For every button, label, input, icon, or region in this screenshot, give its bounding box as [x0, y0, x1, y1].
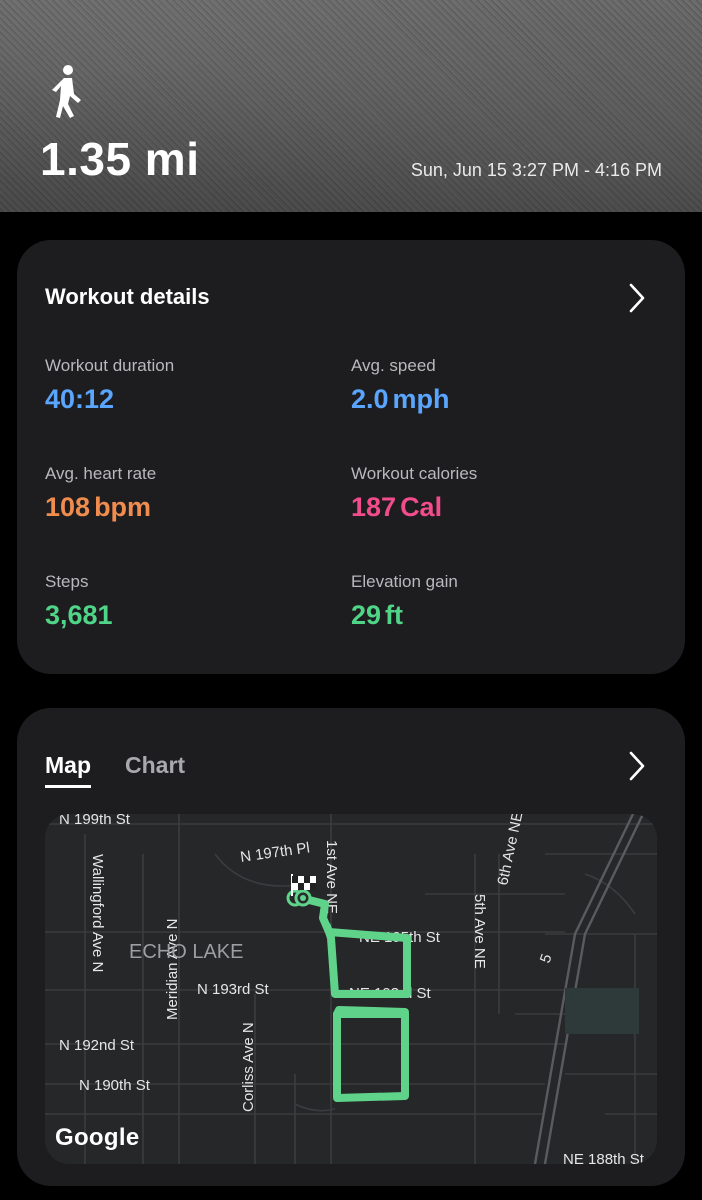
workout-details-title: Workout details	[45, 284, 210, 309]
walking-person-icon	[48, 64, 84, 118]
metric-steps: Steps 3,681	[45, 572, 113, 631]
tab-map[interactable]: Map	[45, 752, 91, 788]
metric-label: Steps	[45, 572, 89, 591]
street-label: N 199th St	[59, 814, 131, 828]
metric-label: Avg. heart rate	[45, 464, 157, 483]
route-path	[297, 894, 411, 1102]
workout-time-range: Sun, Jun 15 3:27 PM - 4:16 PM	[410, 160, 662, 180]
chevron-right-icon[interactable]	[627, 282, 647, 314]
map-chart-card: Map Chart N 199th St N 197th Pl Wallingf…	[17, 708, 685, 1186]
street-label: Wallingford Ave N	[89, 854, 106, 972]
map-chart-tabs: Map Chart	[45, 752, 185, 788]
google-logo: Google	[55, 1124, 140, 1151]
highway-label: 5	[537, 952, 556, 966]
metric-workout-calories: Workout calories 187 Cal	[351, 464, 477, 523]
street-label: Meridian Ave N	[164, 919, 181, 1020]
street-label: 6th Ave NE	[494, 814, 526, 887]
street-label: NE 188th St	[563, 1151, 645, 1164]
street-label: N 193rd St	[197, 981, 270, 998]
metric-label: Workout duration	[45, 356, 175, 375]
metric-label: Workout calories	[351, 464, 478, 483]
street-label: N 197th Pl	[239, 839, 311, 866]
metric-avg-heart-rate: Avg. heart rate 108 bpm	[45, 464, 156, 523]
metric-value: 2.0 mph	[351, 384, 450, 414]
street-label: N 190th St	[79, 1077, 151, 1094]
workout-distance: 1.35 mi	[40, 133, 200, 185]
street-label: Corliss Ave N	[240, 1022, 257, 1112]
metric-value: 29 ft	[351, 600, 404, 630]
route-map[interactable]: N 199th St N 197th Pl Wallingford Ave N …	[45, 814, 657, 1164]
street-label: 5th Ave NE	[471, 894, 488, 969]
workout-details-card[interactable]: Workout details Workout duration 40:12 A…	[17, 240, 685, 674]
area-label: ECHO LAKE	[129, 941, 243, 963]
street-label: N 192nd St	[59, 1037, 135, 1054]
workout-header: 1.35 mi Sun, Jun 15 3:27 PM - 4:16 PM	[0, 0, 702, 212]
metric-label: Elevation gain	[351, 572, 458, 591]
metric-value: 3,681	[45, 600, 113, 630]
tab-chart[interactable]: Chart	[125, 752, 185, 788]
chevron-right-icon[interactable]	[627, 750, 647, 782]
metric-value: 40:12	[45, 384, 115, 414]
metric-label: Avg. speed	[351, 356, 436, 375]
metric-workout-duration: Workout duration 40:12	[45, 356, 174, 415]
metric-avg-speed: Avg. speed 2.0 mph	[351, 356, 450, 415]
metric-value: 187 Cal	[351, 492, 443, 522]
metric-value: 108 bpm	[45, 492, 152, 522]
metric-elevation-gain: Elevation gain 29 ft	[351, 572, 458, 631]
